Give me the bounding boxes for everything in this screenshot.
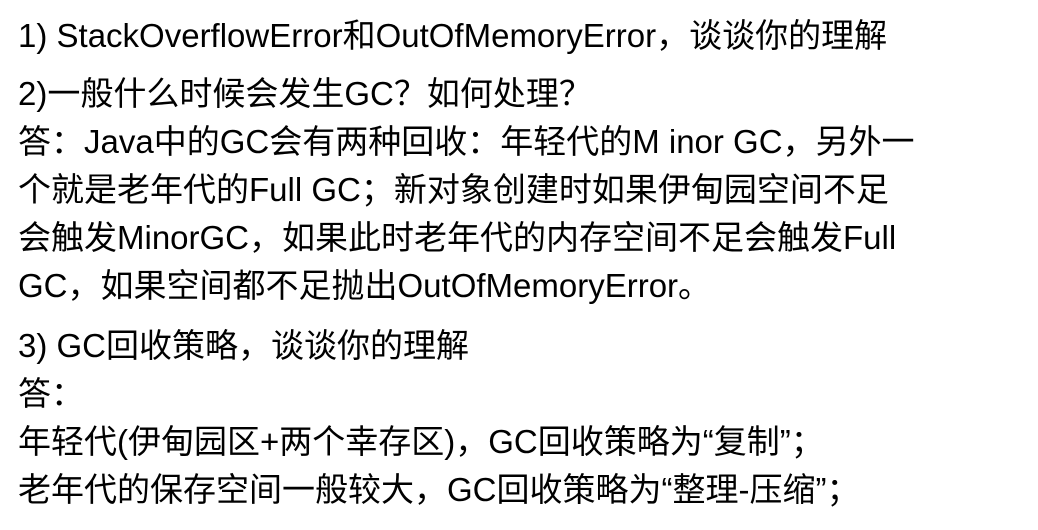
document-body: 1) StackOverflowError和OutOfMemoryError，谈… bbox=[18, 12, 1028, 514]
answer-2-line-1: 答：Java中的GC会有两种回收：年轻代的M inor GC，另外一 bbox=[18, 123, 915, 160]
question-1-title: 1) StackOverflowError和OutOfMemoryError，谈… bbox=[18, 17, 888, 54]
answer-3-label: 答： bbox=[18, 375, 84, 412]
answer-3-line-1: 年轻代(伊甸园区+两个幸存区)，GC回收策略为“复制”； bbox=[18, 423, 824, 460]
question-2-title: 2)一般什么时候会发生GC？如何处理？ bbox=[18, 75, 592, 112]
answer-3-line-2: 老年代的保存空间一般较大，GC回收策略为“整理-压缩”； bbox=[18, 471, 860, 508]
question-3-title: 3) GC回收策略，谈谈你的理解 bbox=[18, 327, 470, 364]
section-divider bbox=[18, 60, 1028, 70]
section-divider bbox=[18, 310, 1028, 322]
answer-2-line-3: 会触发MinorGC，如果此时老年代的内存空间不足会触发Full bbox=[18, 219, 897, 256]
answer-2-line-2: 个就是老年代的Full GC；新对象创建时如果伊甸园空间不足 bbox=[18, 171, 889, 208]
answer-2-line-4: GC，如果空间都不足抛出OutOfMemoryError。 bbox=[18, 267, 712, 304]
